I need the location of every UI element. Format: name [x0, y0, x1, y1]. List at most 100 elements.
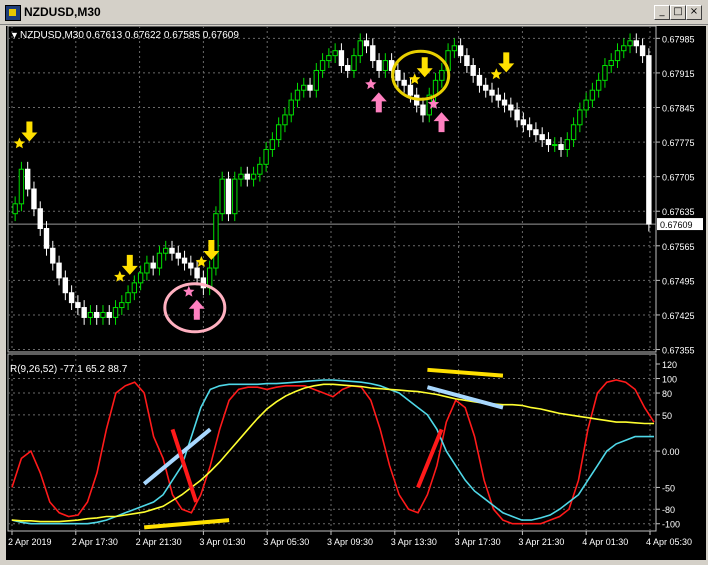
candle-body [112, 307, 119, 318]
candle-body [144, 262, 150, 274]
candle-body [137, 272, 144, 284]
candle-body [31, 188, 37, 210]
candle-body [533, 129, 539, 136]
candle-body [627, 40, 633, 47]
candle-body [476, 74, 483, 86]
price-label: 0.67915 [662, 69, 695, 79]
ohlc-label: 0.67613 0.67622 0.67585 0.67609 [86, 30, 239, 41]
candle-body [583, 99, 589, 111]
candle-body [68, 292, 75, 304]
grid [7, 25, 657, 532]
buy-star-icon [365, 78, 377, 90]
indicator-level-label: 80 [662, 389, 672, 399]
candle-body [225, 178, 232, 215]
candle-body [501, 99, 508, 106]
indicator-axis[interactable]: 120 100 80 50 0.00 -50 -80 -100 [656, 360, 680, 530]
indicator-level-label: 120 [662, 360, 677, 370]
candle-body [319, 60, 326, 71]
sell-star-icon [13, 137, 26, 149]
symbol-triangle-icon[interactable]: ▼ [10, 30, 19, 40]
chart-area[interactable]: ▼ NZDUSD,M30 0.67613 0.67622 0.67585 0.6… [6, 25, 706, 560]
candle-body [552, 144, 558, 147]
candle-body [376, 60, 382, 71]
title-bar[interactable]: NZDUSD,M30 _ □ × [0, 0, 708, 25]
minimize-button[interactable]: _ [654, 5, 670, 20]
candle-body [470, 65, 476, 76]
candle-body [539, 134, 545, 141]
indicator-level-label: 0.00 [662, 447, 680, 457]
price-label: 0.67355 [662, 346, 695, 356]
sell-arrow-icon [498, 52, 515, 73]
candle-body [119, 302, 125, 309]
candle-body [150, 262, 156, 269]
candle-body [288, 99, 294, 116]
candle-body [50, 247, 56, 264]
candle-body [175, 252, 181, 259]
candle-body [633, 40, 640, 47]
candle-body [332, 50, 338, 57]
candle-body [213, 213, 219, 269]
time-label: 3 Apr 17:30 [455, 537, 501, 547]
maximize-button[interactable]: □ [670, 5, 686, 20]
candle-body [344, 65, 351, 71]
window-title: NZDUSD,M30 [24, 5, 101, 19]
time-label: 4 Apr 01:30 [582, 537, 628, 547]
time-label: 3 Apr 01:30 [199, 537, 245, 547]
candle-body [395, 69, 401, 81]
time-label: 2 Apr 21:30 [136, 537, 182, 547]
candle-body [589, 89, 596, 101]
indicator-level-label: -80 [662, 505, 675, 515]
candle-body [125, 292, 131, 304]
buy-arrow-icon [188, 299, 205, 320]
candle-body [564, 139, 570, 150]
candle-body [595, 79, 602, 91]
symbol-label: NZDUSD,M30 [20, 30, 84, 41]
price-label: 0.67705 [662, 173, 695, 183]
candle-body [420, 104, 426, 116]
candle-body [558, 144, 564, 150]
candle-body [75, 302, 81, 309]
candle-body [451, 45, 458, 52]
candle-body [294, 89, 301, 101]
candle-body [257, 163, 263, 175]
close-button[interactable]: × [686, 5, 702, 20]
candle-body [602, 65, 608, 81]
candle-body [545, 139, 552, 146]
time-axis[interactable]: 2 Apr 2019 2 Apr 17:30 2 Apr 21:30 3 Apr 01… [8, 531, 692, 547]
yellow-trend-annotation [427, 367, 504, 378]
candle-body [87, 311, 94, 318]
candle-body [232, 178, 238, 215]
candle-body [238, 173, 244, 180]
candle-body [357, 40, 363, 57]
candle-body [263, 148, 269, 165]
candle-body [439, 69, 445, 81]
candle-body [483, 84, 489, 91]
candle-body [188, 262, 194, 269]
candle-body [621, 45, 627, 52]
time-label: 2 Apr 17:30 [72, 537, 118, 547]
r9-line [11, 379, 655, 525]
candle-body [646, 55, 652, 225]
candle-body [608, 60, 614, 67]
time-label: 3 Apr 21:30 [518, 537, 564, 547]
candle-body [24, 168, 31, 190]
candle-body [18, 168, 25, 205]
candle-body [457, 45, 464, 57]
candle-body [169, 247, 175, 254]
candle-body [526, 124, 533, 131]
candle-body [301, 84, 307, 91]
candle-body [106, 311, 112, 318]
blue-trend-annotation [426, 385, 504, 410]
candle-body [194, 267, 200, 279]
price-label: 0.67565 [662, 242, 695, 252]
candle-body [282, 114, 288, 126]
candle-body [275, 124, 282, 141]
price-axis[interactable]: 0.67985 0.67915 0.67845 0.67775 0.67705 0.676… [656, 34, 703, 356]
candle-body [514, 109, 520, 121]
candle-body [219, 178, 225, 215]
candle-body [56, 262, 62, 279]
candle-body [508, 104, 514, 111]
indicator-level-label: 100 [662, 375, 677, 385]
price-chart-canvas[interactable]: ▼ NZDUSD,M30 0.67613 0.67622 0.67585 0.6… [6, 25, 706, 560]
candle-body [577, 109, 583, 126]
